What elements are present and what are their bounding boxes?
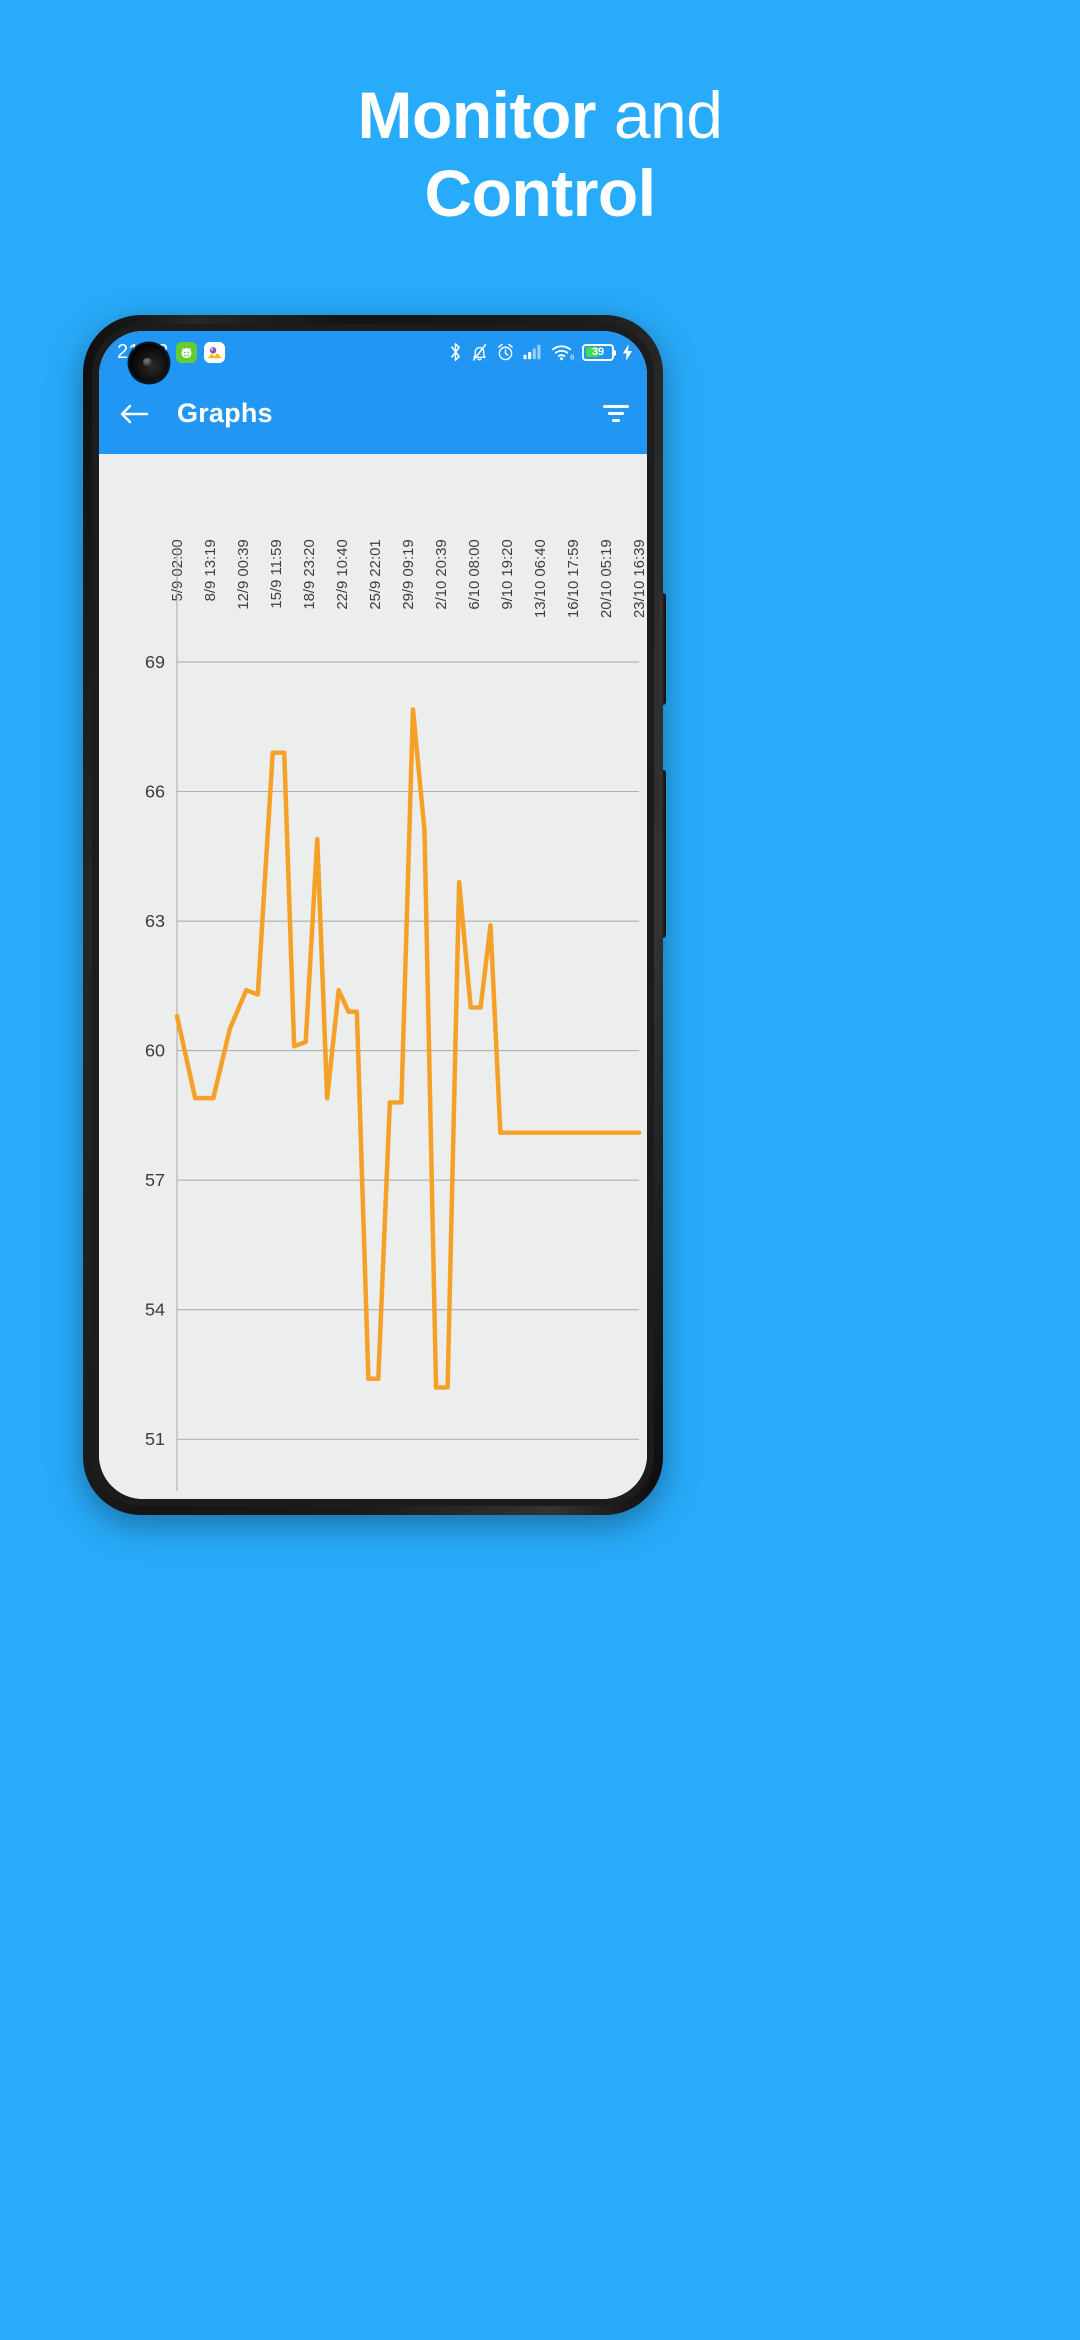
wifi6-icon: 6: [551, 343, 574, 361]
status-bar-right: 6 39: [448, 342, 633, 362]
x-axis-tick-label: 2/10 20:39: [433, 539, 450, 609]
x-axis-tick-label: 16/10 17:59: [565, 539, 582, 618]
y-axis-tick-label: 60: [145, 1041, 165, 1061]
data-series-line: [174, 707, 642, 1390]
promo-headline-bold-1: Monitor: [357, 78, 597, 152]
battery-icon: 39: [582, 343, 616, 361]
wifi-generation-text: 6: [570, 353, 574, 361]
x-axis-tick-label: 22/9 10:40: [334, 539, 351, 609]
x-axis-tick-label: 15/9 11:59: [268, 539, 285, 608]
y-axis-tick-label: 66: [145, 782, 165, 802]
x-axis-tick-label: 29/9 09:19: [400, 539, 417, 609]
app-bar: Graphs: [99, 373, 647, 454]
filter-icon[interactable]: [601, 402, 631, 426]
front-camera-cutout: [129, 343, 169, 383]
y-axis-tick-label: 63: [145, 911, 165, 931]
y-axis-tick-label: 69: [145, 652, 165, 672]
promo-headline-regular-1: and: [595, 78, 723, 152]
x-axis-tick-label: 13/10 06:40: [532, 539, 549, 618]
filter-bar-3: [612, 419, 620, 422]
x-axis-tick-label: 18/9 23:20: [301, 539, 318, 609]
x-axis-tick-label: 9/10 19:20: [499, 539, 516, 609]
phone-mockup: 21:22: [83, 315, 666, 1515]
x-axis-tick-label: 12/9 00:39: [235, 539, 252, 609]
alarm-icon: [496, 342, 515, 362]
mute-bell-icon: [471, 342, 488, 362]
battery-percent-text: 39: [591, 345, 605, 358]
y-axis-tick-label: 51: [145, 1429, 165, 1449]
x-axis-tick-label: 23/10 16:39: [631, 539, 647, 618]
x-axis-tick-label: 8/9 13:19: [202, 539, 219, 601]
x-axis-tick-label: 20/10 05:19: [598, 539, 615, 618]
x-axis-tick-label: 25/9 22:01: [367, 539, 384, 609]
status-bar: 21:22: [99, 331, 647, 373]
green-robot-icon: [175, 341, 197, 363]
x-axis-labels: 5/9 02:00 8/9 13:19 12/9 00:39 15/9 11:59 18…: [169, 539, 647, 618]
volume-button[interactable]: [660, 593, 666, 705]
filter-bar-1: [603, 405, 629, 408]
promo-headline-line2: Control: [424, 156, 656, 230]
cellular-signal-icon: [523, 343, 543, 361]
grid-lines: [177, 661, 639, 1440]
charging-bolt-icon: [622, 343, 633, 361]
y-axis-tick-label: 54: [145, 1300, 165, 1320]
graph-canvas[interactable]: 69 66 63 60 57 54 51 5/9 02:00 8/9 13:19 12/9 00…: [99, 454, 647, 1499]
y-axis-labels: 69 66 63 60 57 54 51: [145, 652, 165, 1449]
back-button[interactable]: [119, 402, 149, 426]
x-axis-tick-label: 6/10 08:00: [466, 539, 483, 609]
y-axis-tick-label: 57: [145, 1170, 165, 1190]
phone-screen: 21:22: [99, 331, 647, 1499]
gallery-icon: [203, 341, 225, 363]
power-button[interactable]: [660, 770, 666, 938]
page-title: Graphs: [177, 398, 273, 428]
line-chart[interactable]: 69666360575451 5/9 02:00 8/9 13:19 12/9 00…: [99, 454, 647, 1499]
filter-bar-2: [608, 412, 624, 415]
promo-headline-line1: Monitor and: [0, 76, 1080, 154]
bluetooth-icon: [448, 342, 463, 362]
promo-headline: Monitor and Control: [0, 76, 1080, 232]
